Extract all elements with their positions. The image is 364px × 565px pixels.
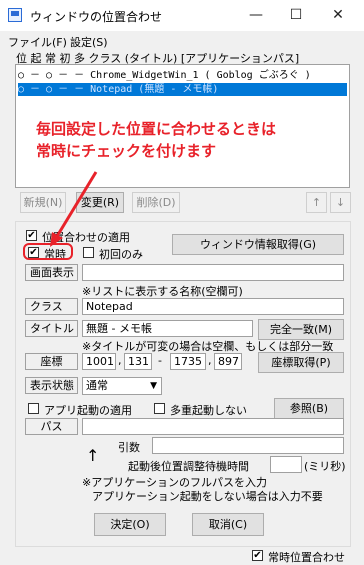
apply-position-checkbox[interactable]: ✔	[26, 230, 37, 241]
x2-input[interactable]: 1735	[170, 353, 206, 370]
highlight-ring	[23, 243, 73, 260]
class-label: クラス	[25, 298, 78, 315]
menu-bar: ファイル(F) 設定(S)	[0, 31, 364, 49]
chevron-down-icon: ▼	[150, 381, 157, 391]
minimize-button[interactable]: —	[236, 4, 276, 26]
multi-launch-label: 多重起動しない	[170, 404, 247, 417]
menu-settings[interactable]: 設定(S)	[70, 34, 108, 50]
title-label: タイトル	[25, 320, 78, 337]
close-button[interactable]: ✕	[318, 4, 358, 26]
path-label: パス	[25, 418, 78, 435]
dash-sep: -	[158, 354, 162, 367]
first-only-label: 初回のみ	[99, 248, 143, 261]
display-state-value: 通常	[86, 379, 108, 392]
y1-input[interactable]: 131	[124, 353, 152, 370]
title-input[interactable]: 無題 - メモ帳	[82, 320, 253, 337]
exact-match-button[interactable]: 完全一致(M)	[258, 319, 344, 340]
move-up-button[interactable]: ↑	[306, 192, 327, 213]
browse-button[interactable]: 参照(B)	[274, 398, 344, 419]
wait-label: 起動後位置調整待機時間	[128, 460, 249, 473]
move-down-button[interactable]: ↓	[330, 192, 351, 213]
edit-button[interactable]: 変更(R)	[76, 192, 124, 213]
app-launch-checkbox[interactable]	[28, 403, 39, 414]
ok-button[interactable]: 決定(O)	[94, 513, 166, 536]
coords-label: 座標	[25, 353, 78, 370]
comma-sep-2: ,	[208, 354, 212, 367]
cancel-button[interactable]: 取消(C)	[192, 513, 264, 536]
y2-input[interactable]: 897	[214, 353, 242, 370]
title-bar: ウィンドウの位置合わせ — ☐ ✕	[0, 0, 364, 31]
args-label: 引数	[118, 441, 140, 454]
display-name-input[interactable]	[82, 264, 344, 281]
multi-launch-checkbox[interactable]	[154, 403, 165, 414]
first-only-checkbox[interactable]	[83, 247, 94, 258]
display-state-select[interactable]: 通常 ▼	[82, 377, 162, 395]
class-input[interactable]: Notepad	[82, 298, 344, 315]
annotation-line-2: 常時にチェックを付けます	[36, 142, 217, 160]
new-button[interactable]: 新規(N)	[20, 192, 66, 213]
display-state-label: 表示状態	[25, 377, 78, 394]
wait-unit: (ミリ秒)	[304, 460, 346, 473]
display-name-label: 画面表示	[25, 264, 78, 281]
app-launch-label: アプリ起動の適用	[44, 404, 132, 417]
menu-file[interactable]: ファイル(F)	[8, 34, 67, 50]
args-input[interactable]	[152, 437, 344, 454]
annotation-line-1: 毎回設定した位置に合わせるときは	[36, 120, 277, 138]
comma-sep: ,	[118, 354, 122, 367]
path-note-2: アプリケーション起動をしない場合は入力不要	[92, 490, 323, 503]
delete-button[interactable]: 削除(D)	[132, 192, 180, 213]
wait-input[interactable]	[270, 456, 302, 473]
annotation-callout: 毎回設定した位置に合わせるときは 常時にチェックを付けます	[36, 118, 276, 162]
path-input[interactable]	[82, 418, 344, 435]
up-arrow-icon: ↑	[86, 446, 100, 465]
get-coords-button[interactable]: 座標取得(P)	[258, 352, 344, 373]
list-item-selected[interactable]: ○ － ○ － － Notepad (無題 - メモ帳)	[18, 83, 347, 96]
list-item[interactable]: ○ － ○ － － Chrome_WidgetWin_1 ( Goblog ごぶ…	[18, 69, 347, 82]
maximize-button[interactable]: ☐	[276, 4, 316, 26]
display-name-note: ※リストに表示する名称(空欄可)	[82, 285, 243, 298]
app-window-icon	[8, 8, 22, 22]
get-window-info-button[interactable]: ウィンドウ情報取得(G)	[172, 234, 344, 255]
x1-input[interactable]: 1001	[82, 353, 116, 370]
always-position-checkbox[interactable]: ✔	[252, 550, 263, 561]
always-position-label: 常時位置合わせ	[268, 551, 345, 564]
window-title: ウィンドウの位置合わせ	[30, 10, 163, 24]
